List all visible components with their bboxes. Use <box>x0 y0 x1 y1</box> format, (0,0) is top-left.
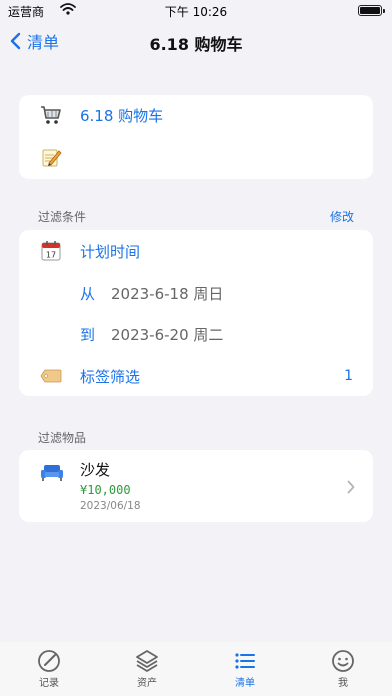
layers-icon <box>117 648 177 674</box>
sofa-icon <box>40 462 64 486</box>
tab-records-label: 记录 <box>39 678 59 689</box>
tab-lists[interactable]: 清单 <box>215 648 275 689</box>
list-info-card: 6.18 购物车 <box>19 95 373 179</box>
page-title: 6.18 购物车 <box>149 35 243 54</box>
cart-icon <box>40 104 62 126</box>
plan-time-row: 17 计划时间 <box>19 231 373 271</box>
filter-section-title: 过滤条件 <box>38 210 87 224</box>
pencil-circle-icon <box>19 648 79 674</box>
tag-filter-count: 1 <box>344 368 353 384</box>
battery-icon <box>358 5 385 16</box>
svg-text:17: 17 <box>46 251 56 260</box>
memo-icon <box>40 146 62 168</box>
nav-bar: 清单 6.18 购物车 <box>0 22 392 60</box>
tab-assets[interactable]: 资产 <box>117 648 177 689</box>
tab-lists-label: 清单 <box>235 678 255 689</box>
tab-me[interactable]: 我 <box>313 648 373 689</box>
status-bar: 运营商 下午 10:26 <box>0 0 392 22</box>
clock: 下午 10:26 <box>164 5 228 19</box>
plan-time-label: 计划时间 <box>80 242 141 261</box>
item-price: ¥10,000 <box>80 483 131 497</box>
tag-filter-label: 标签筛选 <box>80 367 141 386</box>
smiley-icon <box>313 648 373 674</box>
calendar-icon: 17 <box>40 240 62 262</box>
date-to-row[interactable]: 到 2023-6-20 周二 <box>19 314 373 354</box>
list-note-row[interactable] <box>19 137 373 177</box>
date-to-label: 到 <box>80 325 96 344</box>
list-icon <box>215 648 275 674</box>
edit-filter-button[interactable]: 修改 <box>330 208 354 225</box>
tab-me-label: 我 <box>338 678 348 689</box>
tab-records[interactable]: 记录 <box>19 648 79 689</box>
filter-card: 17 计划时间 从 2023-6-18 周日 到 2023-6-20 周二 标签… <box>19 230 373 396</box>
date-from-label: 从 <box>80 284 96 303</box>
date-from-value: 2023-6-18 周日 <box>111 284 224 303</box>
date-to-value: 2023-6-20 周二 <box>111 325 224 344</box>
date-from-row[interactable]: 从 2023-6-18 周日 <box>19 273 373 313</box>
tag-icon <box>40 365 62 387</box>
items-section-title: 过滤物品 <box>38 431 87 445</box>
list-name: 6.18 购物车 <box>80 106 164 125</box>
chevron-right-icon <box>347 479 355 498</box>
item-date: 2023/06/18 <box>80 500 141 512</box>
tab-bar: 记录 资产 清单 我 <box>0 642 392 696</box>
list-name-row[interactable]: 6.18 购物车 <box>19 95 373 135</box>
tag-filter-row[interactable]: 标签筛选 1 <box>19 356 373 396</box>
item-name: 沙发 <box>80 461 111 479</box>
tab-assets-label: 资产 <box>137 678 157 689</box>
list-item[interactable]: 沙发 ¥10,000 2023/06/18 <box>19 450 373 522</box>
